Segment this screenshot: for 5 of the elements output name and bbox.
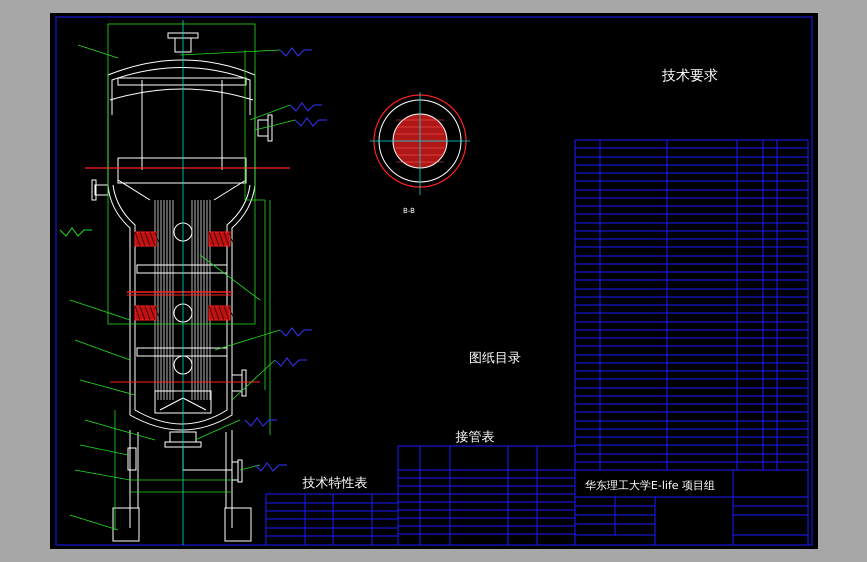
title-block-text: 华东理工大学E-life 项目组: [584, 479, 716, 492]
table-heading: 接管表: [456, 430, 494, 445]
table-heading: 图纸目录: [469, 351, 521, 366]
table-heading: 技术特性表: [302, 476, 368, 491]
table-heading: 技术要求: [662, 68, 718, 84]
